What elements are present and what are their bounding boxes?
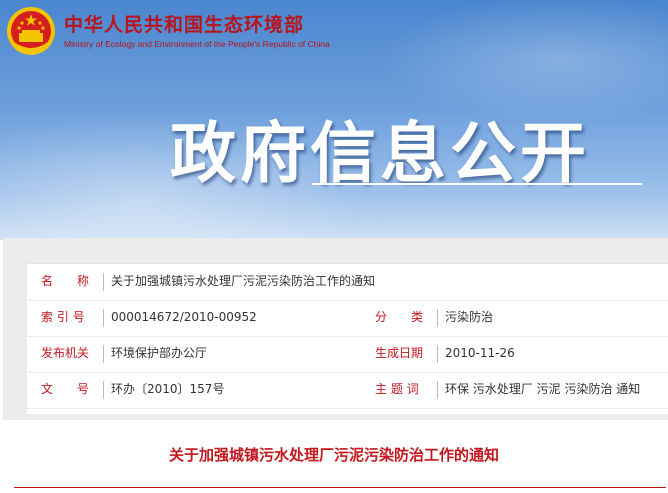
info-label-date: 生成日期 [375,346,424,360]
info-value-index: 000014672/2010-00952 [111,310,257,324]
info-row-issuer: 发布机关 环境保护部办公厅 生成日期 2010-11-26 [27,336,668,373]
info-value-date: 2010-11-26 [445,346,515,360]
info-label-index: 索 引 号 [41,310,85,324]
info-value-name: 关于加强城镇污水处理厂污泥污染防治工作的通知 [111,274,376,288]
banner-title: 政府信息公开 [170,115,590,192]
info-label-name: 名 称 [41,274,90,288]
title-divider [14,487,666,488]
info-label-issuer: 发布机关 [41,346,90,360]
national-emblem-icon[interactable] [6,6,56,56]
info-value-docno: 环办〔2010〕157号 [111,382,225,396]
info-value-category: 污染防治 [445,310,494,324]
info-separator [103,273,104,291]
document-info-panel: 名 称 关于加强城镇污水处理厂污泥污染防治工作的通知 索 引 号 0000146… [3,238,668,420]
info-row-docno: 文 号 环办〔2010〕157号 主 题 词 环保 污水处理厂 污泥 污染防治 … [27,372,668,409]
info-separator [437,381,438,399]
info-row-name: 名 称 关于加强城镇污水处理厂污泥污染防治工作的通知 [27,264,668,301]
header-banner: 中华人民共和国生态环境部 Ministry of Ecology and Env… [0,0,668,240]
info-value-keywords: 环保 污水处理厂 污泥 污染防治 通知 [445,382,641,396]
banner-divider [312,183,642,185]
info-label-docno: 文 号 [41,382,90,396]
info-separator [437,309,438,327]
document-info-table: 名 称 关于加强城镇污水处理厂污泥污染防治工作的通知 索 引 号 0000146… [27,263,668,414]
document-title: 关于加强城镇污水处理厂污泥污染防治工作的通知 [168,446,499,464]
info-separator [103,381,104,399]
info-value-issuer: 环境保护部办公厅 [111,346,208,360]
info-separator [103,345,104,363]
info-label-category: 分 类 [375,310,424,324]
info-label-keywords: 主 题 词 [375,382,419,396]
info-separator [103,309,104,327]
site-name-en: Ministry of Ecology and Environment of t… [64,39,330,49]
site-name-cn[interactable]: 中华人民共和国生态环境部 [64,10,304,37]
info-row-index: 索 引 号 000014672/2010-00952 分 类 污染防治 [27,300,668,337]
info-separator [437,345,438,363]
